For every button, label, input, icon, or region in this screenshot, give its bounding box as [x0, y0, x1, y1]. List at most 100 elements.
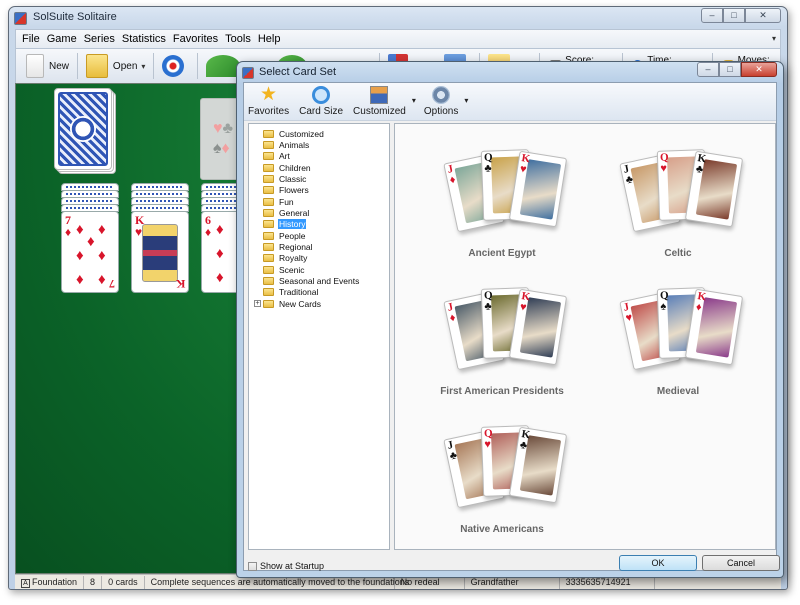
diamond-pip: ♦	[98, 271, 106, 288]
card-size-button[interactable]: Card Size	[299, 86, 343, 117]
new-document-icon	[26, 54, 44, 78]
expand-icon[interactable]: +	[254, 300, 261, 308]
dialog-maximize-button[interactable]: □	[719, 62, 741, 77]
folder-icon	[263, 152, 274, 161]
card-set-first-american-presidents[interactable]: J ♦ Q ♣ K ♥ First American Presidents	[417, 282, 587, 412]
app-icon	[14, 12, 27, 25]
diamond-pip: ♦	[216, 245, 224, 262]
menu-game[interactable]: Game	[47, 33, 77, 45]
dialog-minimize-button[interactable]: –	[697, 62, 719, 77]
stock-pile[interactable]	[54, 88, 112, 170]
new-label: New	[49, 60, 70, 72]
tree-item-label: General	[279, 207, 310, 218]
club-icon: ♣	[222, 120, 234, 137]
tree-item-label: Classic	[279, 173, 307, 184]
tree-item-flowers[interactable]: Flowers	[263, 185, 310, 196]
tree-item-fun[interactable]: Fun	[263, 196, 295, 207]
card-set-label: Native Americans	[460, 524, 544, 535]
menu-overflow-icon[interactable]: ▾	[772, 34, 776, 43]
card-rank: Q ♣	[483, 151, 493, 175]
customized-button[interactable]: Customized	[353, 86, 406, 117]
card-set-label: Ancient Egypt	[468, 248, 536, 259]
dialog-window-controls: – □ ✕	[697, 62, 777, 77]
menu-help[interactable]: Help	[258, 33, 281, 45]
minimize-button[interactable]: –	[701, 8, 723, 23]
tree-item-people[interactable]: People	[263, 230, 306, 241]
card-fan-preview: J ♦ Q ♣ K ♥	[442, 282, 572, 382]
tableau-card-king-hearts[interactable]: K ♥ K	[131, 211, 189, 293]
king-portrait	[142, 224, 178, 282]
folder-icon	[263, 299, 274, 308]
card-set-ancient-egypt[interactable]: J ♦ Q ♣ K ♥ Ancient Egypt	[417, 144, 587, 274]
dialog-title: Select Card Set	[259, 66, 337, 78]
preview-card: K ♥	[508, 288, 568, 366]
card-size-label: Card Size	[299, 106, 344, 117]
card-fan-preview: J ♦ Q ♣ K ♥	[442, 144, 572, 244]
card-back-medallion	[70, 116, 96, 142]
tree-item-art[interactable]: Art	[263, 151, 291, 162]
tree-item-scenic[interactable]: Scenic	[263, 264, 306, 275]
diamond-pip: ♦	[98, 221, 106, 238]
diamond-pip: ♦	[216, 269, 224, 286]
diamond-pip: ♦	[98, 247, 106, 264]
heart-icon: ♥	[213, 120, 223, 137]
card-set-native-americans[interactable]: J ♣ Q ♥ K ♣ Native Americans	[417, 420, 587, 550]
open-button[interactable]: Open ▾	[82, 51, 149, 81]
favorites-label: Favorites	[248, 106, 290, 117]
options-button[interactable]: Options	[424, 86, 458, 117]
show-at-startup-checkbox[interactable]: Show at Startup	[248, 561, 324, 571]
ok-button[interactable]: OK	[619, 555, 697, 571]
tree-item-animals[interactable]: Animals	[263, 139, 310, 150]
card-set-medieval[interactable]: J ♥ Q ♠ K ♦ Medieval	[593, 282, 763, 412]
card-set-celtic[interactable]: J ♣ Q ♥ K ♣ Celtic	[593, 144, 763, 274]
gear-icon	[432, 86, 451, 104]
menu-favorites[interactable]: Favorites	[173, 33, 218, 45]
menu-tools[interactable]: Tools	[225, 33, 251, 45]
tree-item-label: Scenic	[279, 264, 305, 275]
tree-item-label: Royalty	[279, 253, 308, 264]
folder-icon	[263, 231, 274, 240]
diamond-icon: ♦	[221, 140, 230, 157]
dialog-body: ★ Favorites Card Size Customized ▾ Optio…	[243, 82, 780, 571]
tableau-card-7-diamonds[interactable]: 7 ♦ ♦ ♦ ♦ ♦ ♦ ♦ ♦ 7	[61, 211, 119, 293]
menu-statistics[interactable]: Statistics	[122, 33, 166, 45]
tree-item-regional[interactable]: Regional	[263, 242, 314, 253]
preview-card: K ♣	[684, 150, 744, 228]
dialog-titlebar[interactable]: Select Card Set – □ ✕	[237, 62, 783, 82]
card-set-label: Medieval	[656, 386, 700, 397]
person-portrait-icon	[370, 86, 389, 104]
checkbox-box[interactable]	[248, 561, 257, 571]
tree-item-traditional[interactable]: Traditional	[263, 287, 319, 298]
tree-item-history[interactable]: History	[263, 219, 307, 230]
tree-item-seasonal-and-events[interactable]: Seasonal and Events	[263, 276, 360, 287]
tree-item-royalty[interactable]: Royalty	[263, 253, 308, 264]
tree-item-classic[interactable]: Classic	[263, 173, 307, 184]
folder-icon	[263, 243, 274, 251]
tree-item-customized[interactable]: Customized	[263, 128, 325, 139]
menu-file[interactable]: File	[22, 33, 40, 45]
options-label: Options	[423, 106, 459, 117]
maximize-button[interactable]: □	[723, 8, 745, 23]
card-set-label: Celtic	[664, 248, 692, 259]
new-game-button[interactable]: New	[22, 51, 73, 81]
toolbar-separator	[153, 53, 155, 79]
dialog-close-button[interactable]: ✕	[741, 62, 777, 77]
open-label: Open	[112, 60, 138, 72]
options-dropdown-icon[interactable]: ▾	[464, 96, 468, 105]
tree-item-general[interactable]: General	[263, 207, 310, 218]
tree-item-label: Seasonal and Events	[279, 276, 360, 287]
window-title: SolSuite Solitaire	[33, 11, 117, 23]
favorites-button[interactable]: ★ Favorites	[248, 85, 290, 117]
close-button[interactable]: ✕	[745, 8, 781, 23]
tree-item-new-cards[interactable]: + New Cards	[254, 298, 322, 309]
folder-icon	[263, 129, 274, 138]
menu-series[interactable]: Series	[84, 33, 115, 45]
tree-item-children[interactable]: Children	[263, 162, 312, 173]
tree-item-label: Fun	[279, 196, 294, 207]
customized-dropdown-icon[interactable]: ▾	[412, 96, 416, 105]
folder-icon	[263, 186, 274, 195]
cancel-button[interactable]: Cancel	[702, 555, 780, 571]
restart-button[interactable]	[158, 51, 193, 81]
open-dropdown-icon[interactable]: ▾	[141, 62, 145, 71]
card-fan-preview: J ♣ Q ♥ K ♣	[618, 144, 748, 244]
